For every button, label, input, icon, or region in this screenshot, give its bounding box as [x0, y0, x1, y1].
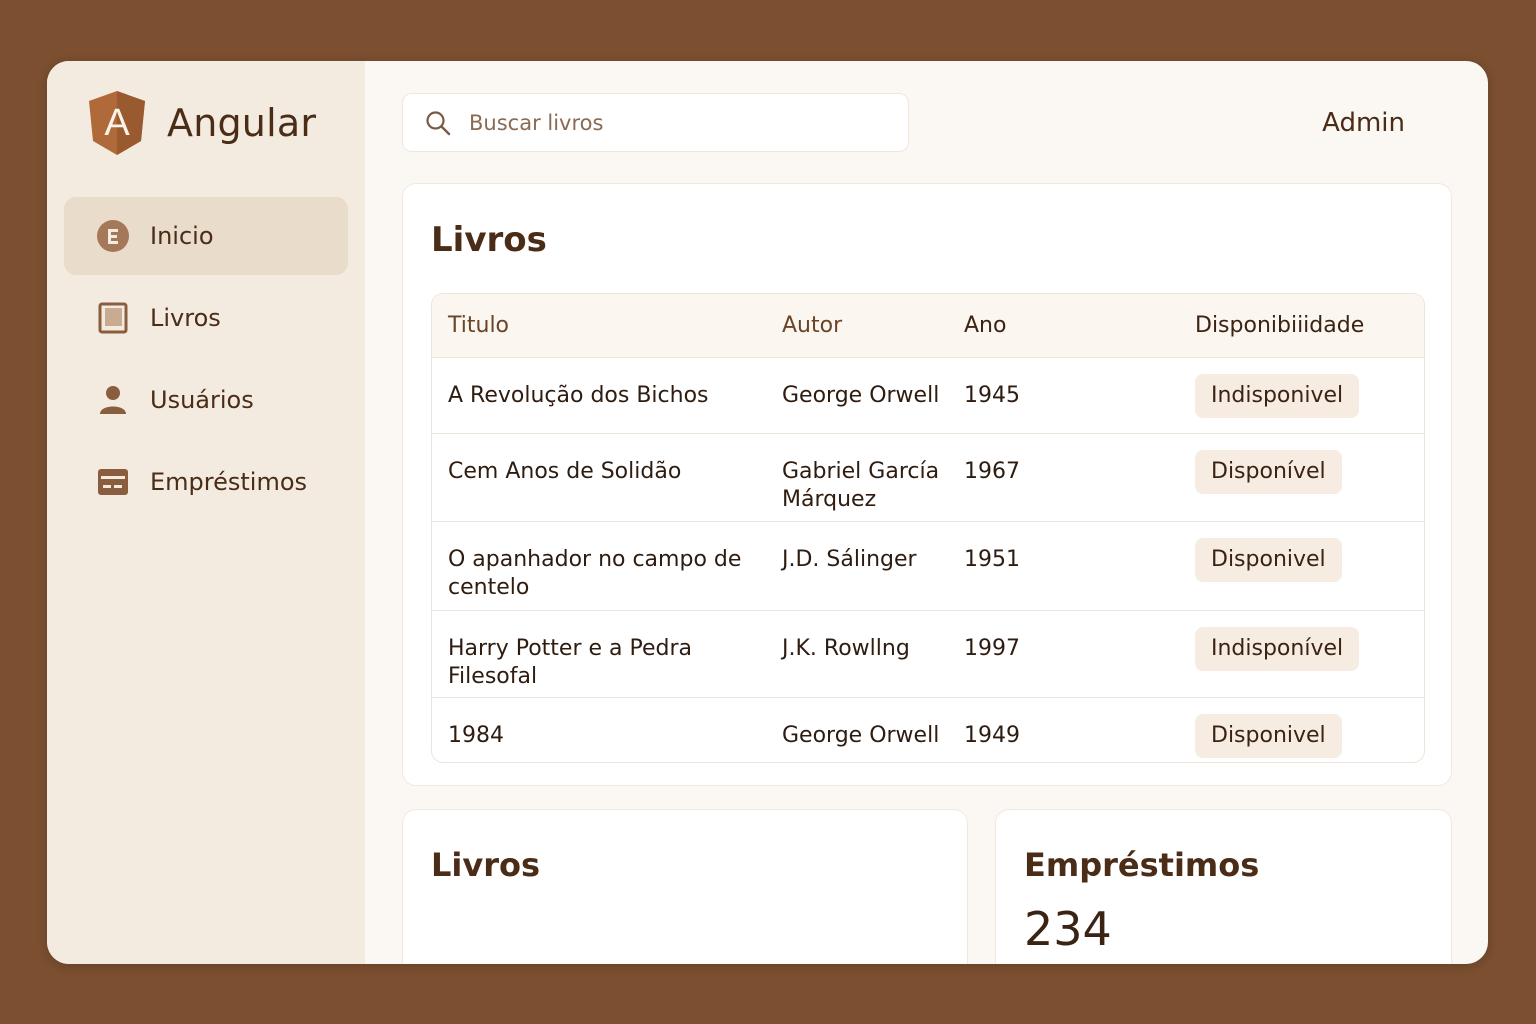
svg-text:A: A	[104, 102, 130, 144]
search-box[interactable]	[402, 93, 909, 152]
sidebar-item-livros[interactable]: Livros	[64, 279, 348, 357]
status-badge: Disponivel	[1195, 713, 1342, 758]
brand-name: Angular	[167, 101, 317, 145]
column-header-titulo[interactable]: Titulo	[432, 294, 766, 358]
sidebar-item-label: Livros	[150, 304, 221, 332]
status-badge: Indisponivel	[1195, 373, 1360, 418]
table-header-row: Titulo Autor Ano Disponibiiidade	[432, 294, 1424, 358]
home-circle-icon	[96, 219, 130, 253]
search-input[interactable]	[469, 110, 849, 135]
app-window: A Angular Inicio Livros Usuários Emprést…	[47, 61, 1488, 964]
book-year: 1967	[948, 433, 1179, 522]
sidebar-nav: Inicio Livros Usuários Empréstimos	[64, 197, 348, 525]
page-title: Livros	[431, 220, 547, 260]
status-badge: Disponivel	[1195, 537, 1342, 582]
table-row[interactable]: Cem Anos de Solidão Gabriel García Márqu…	[432, 433, 1424, 522]
book-year: 1945	[948, 357, 1179, 434]
book-title: Harry Potter e a Pedra Filesofal	[432, 610, 766, 698]
stat-value: 234	[1024, 902, 1112, 956]
book-title: A Revolução dos Bichos	[432, 357, 766, 434]
book-author: George Orwell	[782, 722, 940, 748]
books-stat-card[interactable]: Livros	[402, 809, 968, 964]
column-header-autor[interactable]: Autor	[766, 294, 948, 358]
book-icon	[96, 301, 130, 335]
sidebar-item-label: Inicio	[150, 222, 214, 250]
loans-stat-card[interactable]: Empréstimos 234	[995, 809, 1452, 964]
book-author: George Orwell	[766, 357, 948, 434]
book-year: 1949	[964, 722, 1020, 748]
sidebar: A Angular Inicio Livros Usuários Emprést…	[47, 61, 365, 964]
column-header-ano[interactable]: Ano	[948, 294, 1179, 358]
sidebar-item-emprestimos[interactable]: Empréstimos	[64, 443, 348, 521]
sidebar-item-label: Empréstimos	[150, 468, 308, 496]
book-year: 1951	[948, 521, 1179, 611]
stat-title: Livros	[431, 846, 541, 884]
sidebar-item-label: Usuários	[150, 386, 254, 414]
book-title: 1984	[448, 722, 504, 748]
table-row[interactable]: 1984 George Orwell 1949 Disponivel	[432, 697, 1424, 762]
table-row[interactable]: Harry Potter e a Pedra Filesofal J.K. Ro…	[432, 610, 1424, 698]
table-row[interactable]: A Revolução dos Bichos George Orwell 194…	[432, 357, 1424, 434]
books-table: Titulo Autor Ano Disponibiiidade A Revol…	[431, 293, 1425, 763]
status-badge: Disponível	[1195, 449, 1342, 494]
angular-logo-icon: A	[87, 89, 147, 157]
user-menu[interactable]: Admin	[1322, 108, 1405, 138]
book-author: J.K. Rowllng	[766, 610, 948, 698]
book-title: O apanhador no campo de centelo	[432, 521, 766, 611]
brand[interactable]: A Angular	[87, 89, 316, 157]
sidebar-item-usuarios[interactable]: Usuários	[64, 361, 348, 439]
user-icon	[96, 383, 130, 417]
column-header-disponibilidade[interactable]: Disponibiiidade	[1179, 294, 1424, 358]
main-content: Admin Livros Titulo Autor Ano Disponibii…	[365, 61, 1488, 964]
search-icon	[425, 110, 451, 136]
book-year: 1997	[948, 610, 1179, 698]
status-badge: Indisponível	[1195, 626, 1360, 671]
stat-title: Empréstimos	[1024, 846, 1260, 884]
book-author: Gabriel García Márquez	[766, 433, 948, 522]
sidebar-item-inicio[interactable]: Inicio	[64, 197, 348, 275]
book-author: J.D. Sálinger	[766, 521, 948, 611]
book-title: Cem Anos de Solidão	[432, 433, 766, 522]
table-row[interactable]: O apanhador no campo de centelo J.D. Sál…	[432, 521, 1424, 611]
books-card: Livros Titulo Autor Ano Disponibiiidade …	[402, 183, 1452, 786]
card-icon	[96, 465, 130, 499]
